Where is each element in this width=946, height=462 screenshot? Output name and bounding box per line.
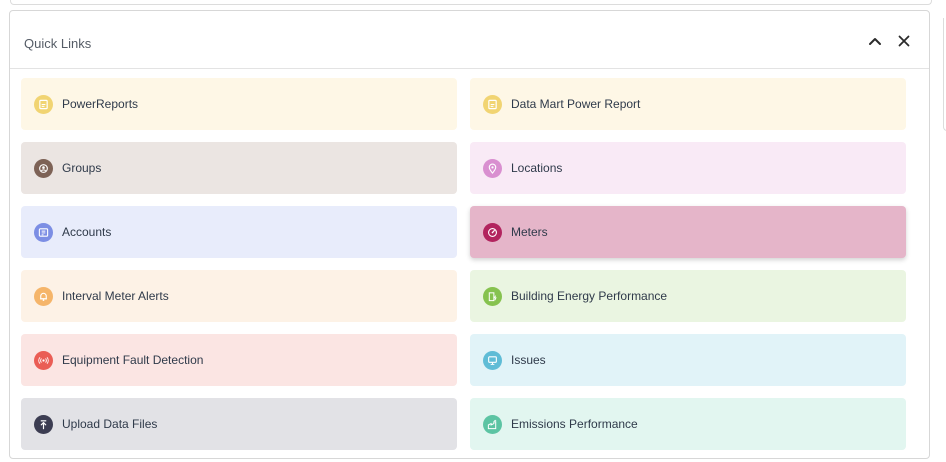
quick-link-data-mart-power-report[interactable]: Data Mart Power Report [470,78,906,130]
accounts-icon [34,222,53,242]
quick-link-label: PowerReports [62,97,139,111]
quick-link-label: Locations [511,161,563,175]
close-icon [898,35,910,47]
close-button[interactable] [895,32,913,50]
previous-panel-edge [10,0,932,5]
groups-icon [34,158,53,178]
quick-link-interval-meter-alerts[interactable]: Interval Meter Alerts [21,270,457,322]
quick-link-label: Issues [511,353,546,367]
building-energy-icon [483,286,502,306]
quick-link-building-energy-performance[interactable]: Building Energy Performance [470,270,906,322]
report-icon [34,94,53,114]
quick-link-label: Data Mart Power Report [511,97,641,111]
quick-link-label: Emissions Performance [511,417,638,431]
quick-link-issues[interactable]: Issues [470,334,906,386]
quick-link-powerreports[interactable]: PowerReports [21,78,457,130]
chevron-up-icon [869,38,881,45]
gauge-icon [483,222,502,242]
quick-link-label: Accounts [62,225,112,239]
quick-link-accounts[interactable]: Accounts [21,206,457,258]
upload-icon [34,414,53,434]
quick-link-emissions-performance[interactable]: Emissions Performance [470,398,906,450]
factory-icon [483,414,502,434]
quick-link-label: Building Energy Performance [511,289,668,303]
quick-link-label: Groups [62,161,102,175]
quick-links-grid: PowerReports Data Mart Power Report Groups… [21,78,906,450]
quick-link-locations[interactable]: Locations [470,142,906,194]
quick-link-upload-data-files[interactable]: Upload Data Files [21,398,457,450]
collapse-button[interactable] [866,32,884,50]
quick-link-equipment-fault-detection[interactable]: Equipment Fault Detection [21,334,457,386]
monitor-icon [483,350,502,370]
bell-icon [34,286,53,306]
panel-title: Quick Links [24,36,92,51]
quick-link-label: Interval Meter Alerts [62,289,169,303]
panel-header: Quick Links [10,11,929,69]
report-icon [483,94,502,114]
location-pin-icon [483,158,502,178]
quick-link-label: Equipment Fault Detection [62,353,204,367]
quick-link-label: Meters [511,225,548,239]
quick-link-meters[interactable]: Meters [470,206,906,258]
quick-link-groups[interactable]: Groups [21,142,457,194]
quick-links-panel: Quick Links PowerReports Data Mart Power … [9,10,930,459]
quick-link-label: Upload Data Files [62,417,158,431]
signal-alert-icon [34,350,53,370]
